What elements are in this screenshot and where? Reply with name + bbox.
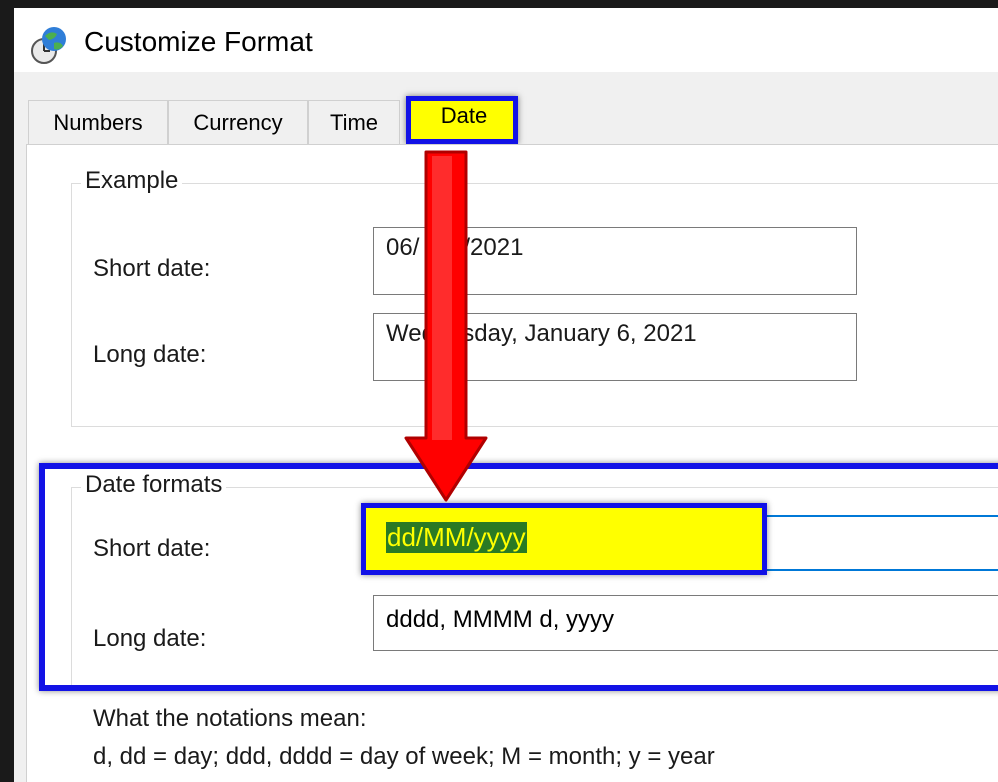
window-title: Customize Format [84, 26, 313, 57]
example-short-date-field: 06/ /2021 [373, 227, 857, 295]
tab-strip: Numbers Currency Time Date [14, 94, 998, 144]
date-formats-annotation-frame [39, 463, 998, 691]
globe-clock-icon [31, 27, 66, 64]
example-long-date-label: Long date: [93, 341, 207, 368]
example-short-date-visible-right: /2021 [463, 234, 524, 261]
example-group-legend: Example [81, 167, 183, 195]
example-group [71, 183, 998, 427]
example-long-date-field: Wed esday, January 6, 2021 [373, 313, 857, 381]
tab-date[interactable]: Date [406, 96, 518, 144]
notations-heading: What the notations mean: [93, 705, 367, 732]
example-short-date-visible-left: 06/ [386, 234, 420, 261]
tab-numbers[interactable]: Numbers [28, 100, 168, 144]
dialog-client: Numbers Currency Time Date Example Short… [14, 72, 998, 782]
date-tab-panel: Example Short date: 06//2021 Long date: … [26, 144, 998, 782]
tab-time[interactable]: Time [308, 100, 400, 144]
example-short-date-label: Short date: [93, 255, 211, 282]
example-long-date-visible-left: Wed [386, 320, 435, 347]
example-long-date-visible-right: esday, January 6, 2021 [448, 320, 697, 347]
notations-text: d, dd = day; ddd, dddd = day of week; M … [93, 743, 715, 770]
customize-format-window: Customize Format Numbers Currency Time D… [14, 8, 998, 782]
title-bar: Customize Format [14, 8, 998, 72]
tab-currency[interactable]: Currency [168, 100, 308, 144]
